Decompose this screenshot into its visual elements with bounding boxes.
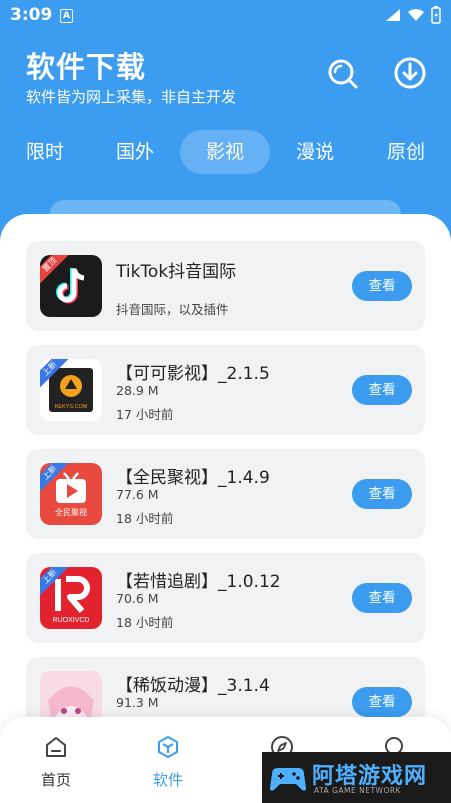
software-cube-icon xyxy=(158,736,178,758)
view-button[interactable]: 查看 xyxy=(352,271,412,301)
category-tabs: 限时 国外 影视 漫说 原创 xyxy=(0,128,451,176)
watermark-subtitle: ATA GAME NETWORK xyxy=(314,786,401,795)
gamepad-icon xyxy=(270,768,306,791)
status-time: 3:09 xyxy=(10,5,53,25)
tab-comics[interactable]: 漫说 xyxy=(270,130,360,174)
notification-icon: A xyxy=(60,9,73,23)
search-icon[interactable] xyxy=(325,56,359,90)
app-name: 【可可影视】_2.1.5 xyxy=(116,364,270,384)
status-bar: 3:09 A xyxy=(0,0,451,32)
app-name: 【全民聚视】_1.4.9 xyxy=(116,468,270,488)
view-button[interactable]: 查看 xyxy=(352,479,412,509)
page-title: 软件下载 xyxy=(26,50,147,84)
nav-software[interactable]: 软件 xyxy=(138,735,198,790)
view-button[interactable]: 查看 xyxy=(352,687,412,717)
list-item[interactable]: RUOXIVCD 上新 【若惜追剧】_1.0.12 70.6 M 18 小时前 … xyxy=(26,553,425,643)
ruoxi-logo-text: RUOXIVCD xyxy=(53,617,90,624)
page-subtitle: 软件皆为网上采集，非自主开发 xyxy=(26,88,237,106)
nav-home-label: 首页 xyxy=(40,771,71,789)
kekys-logo-text: KEKYS.COM xyxy=(55,404,88,410)
app-size: 91.3 M xyxy=(116,695,159,710)
app-description: 抖音国际，以及插件 xyxy=(116,302,229,317)
app-name: 【稀饭动漫】_3.1.4 xyxy=(116,676,270,696)
quanmin-logo-text: 全民聚视 xyxy=(55,507,87,517)
wifi-icon xyxy=(408,9,424,21)
tab-original[interactable]: 原创 xyxy=(361,130,451,174)
app-size: 70.6 M xyxy=(116,591,159,606)
kekeyingshi-app-icon: KEKYS.COM 上新 xyxy=(40,359,102,421)
app-size: 28.9 M xyxy=(116,383,159,398)
list-item[interactable]: 置顶 TikTok抖音国际 抖音国际，以及插件 查看 xyxy=(26,241,425,331)
download-icon[interactable] xyxy=(393,56,427,90)
nav-software-label: 软件 xyxy=(152,771,183,789)
list-item[interactable]: KEKYS.COM 上新 【可可影视】_2.1.5 28.9 M 17 小时前 … xyxy=(26,345,425,435)
app-name: 【若惜追剧】_1.0.12 xyxy=(116,572,281,592)
battery-icon xyxy=(431,6,441,24)
view-button[interactable]: 查看 xyxy=(352,583,412,613)
tiktok-app-icon: 置顶 xyxy=(40,255,102,317)
app-updated-time: 17 小时前 xyxy=(116,407,174,422)
app-updated-time: 18 小时前 xyxy=(116,615,174,630)
app-name: TikTok抖音国际 xyxy=(116,262,237,282)
app-list-panel: 置顶 TikTok抖音国际 抖音国际，以及插件 查看 KEKYS.COM 上新 … xyxy=(0,214,451,803)
nav-home[interactable]: 首页 xyxy=(26,735,86,790)
app-size: 77.6 M xyxy=(116,487,159,502)
tab-video[interactable]: 影视 xyxy=(180,130,270,174)
tab-foreign[interactable]: 国外 xyxy=(90,130,180,174)
ruoxizhuiju-app-icon: RUOXIVCD 上新 xyxy=(40,567,102,629)
status-indicators xyxy=(385,6,441,24)
view-button[interactable]: 查看 xyxy=(352,375,412,405)
signal-icon xyxy=(386,9,400,21)
home-icon xyxy=(46,737,66,757)
list-item[interactable]: 全民聚视 上新 【全民聚视】_1.4.9 77.6 M 18 小时前 查看 xyxy=(26,449,425,539)
watermark-logo: 阿塔游戏网 ATA GAME NETWORK xyxy=(262,752,451,803)
app-updated-time: 18 小时前 xyxy=(116,511,174,526)
tab-limited[interactable]: 限时 xyxy=(0,130,90,174)
quanminjushi-app-icon: 全民聚视 上新 xyxy=(40,463,102,525)
